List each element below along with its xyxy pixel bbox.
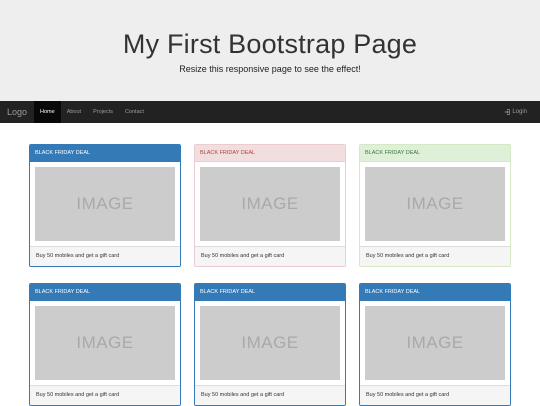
navbar: Logo Home About Projects Contact Login: [0, 101, 540, 123]
navbar-brand[interactable]: Logo: [0, 101, 34, 123]
page-title: My First Bootstrap Page: [122, 29, 418, 59]
login-label: Login: [512, 109, 527, 115]
deal-panel: BLACK FRIDAY DEAL IMAGE Buy 50 mobiles a…: [359, 283, 511, 406]
panel-heading: BLACK FRIDAY DEAL: [195, 284, 345, 301]
panel-heading: BLACK FRIDAY DEAL: [195, 145, 345, 162]
panel-footer: Buy 50 mobiles and get a gift card: [195, 246, 345, 266]
panel-heading: BLACK FRIDAY DEAL: [30, 145, 180, 162]
panel-footer: Buy 50 mobiles and get a gift card: [195, 385, 345, 405]
page-subtitle: Resize this responsive page to see the e…: [179, 64, 361, 74]
login-icon: [504, 109, 511, 115]
panel-footer: Buy 50 mobiles and get a gift card: [30, 385, 180, 405]
panel-footer: Buy 50 mobiles and get a gift card: [30, 246, 180, 266]
panel-heading: BLACK FRIDAY DEAL: [360, 284, 510, 301]
panel-footer: Buy 50 mobiles and get a gift card: [360, 385, 510, 405]
panel-body: IMAGE: [30, 301, 180, 385]
panel-heading: BLACK FRIDAY DEAL: [30, 284, 180, 301]
placeholder-image: IMAGE: [35, 167, 175, 241]
placeholder-image: IMAGE: [365, 306, 505, 380]
panel-body: IMAGE: [195, 301, 345, 385]
deal-panel: BLACK FRIDAY DEAL IMAGE Buy 50 mobiles a…: [194, 144, 346, 267]
placeholder-image: IMAGE: [365, 167, 505, 241]
login-link[interactable]: Login: [504, 101, 527, 123]
nav-item-about[interactable]: About: [61, 101, 87, 123]
deal-panel: BLACK FRIDAY DEAL IMAGE Buy 50 mobiles a…: [359, 144, 511, 267]
deal-panel: BLACK FRIDAY DEAL IMAGE Buy 50 mobiles a…: [29, 283, 181, 406]
panel-footer: Buy 50 mobiles and get a gift card: [360, 246, 510, 266]
deal-panel: BLACK FRIDAY DEAL IMAGE Buy 50 mobiles a…: [29, 144, 181, 267]
placeholder-image: IMAGE: [35, 306, 175, 380]
nav-item-contact[interactable]: Contact: [119, 101, 150, 123]
placeholder-image: IMAGE: [200, 167, 340, 241]
panel-body: IMAGE: [195, 162, 345, 246]
nav-item-home[interactable]: Home: [34, 101, 61, 123]
panel-body: IMAGE: [30, 162, 180, 246]
deal-panel: BLACK FRIDAY DEAL IMAGE Buy 50 mobiles a…: [194, 283, 346, 406]
panel-heading: BLACK FRIDAY DEAL: [360, 145, 510, 162]
jumbotron: My First Bootstrap Page Resize this resp…: [0, 0, 540, 101]
nav-item-projects[interactable]: Projects: [87, 101, 119, 123]
placeholder-image: IMAGE: [200, 306, 340, 380]
panel-body: IMAGE: [360, 301, 510, 385]
panel-body: IMAGE: [360, 162, 510, 246]
